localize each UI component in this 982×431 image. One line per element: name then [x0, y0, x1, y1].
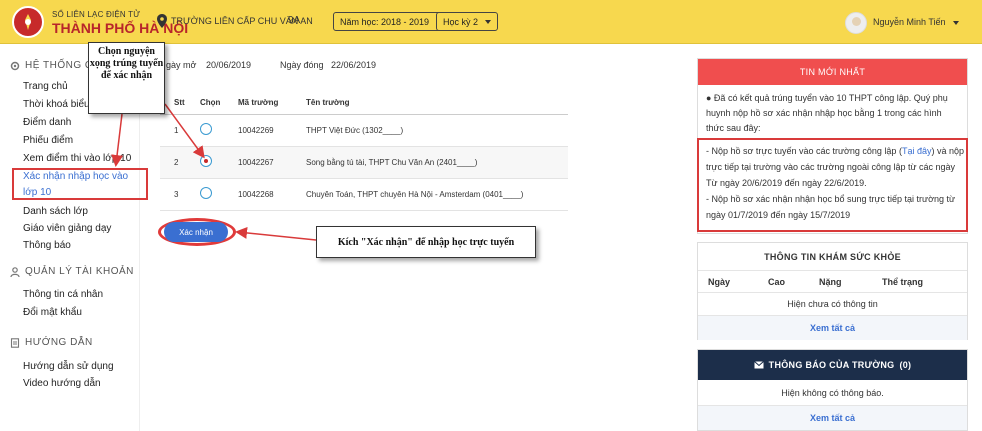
row-school-name: THPT Việt Đức (1302____): [302, 114, 568, 147]
notice-header: THÔNG BÁO CỦA TRƯỜNG (0): [698, 350, 967, 380]
sidebar-item-profile[interactable]: Thông tin cá nhân: [23, 289, 103, 300]
health-columns: Ngày Cao Nặng Thể trạng: [698, 271, 967, 293]
column-header: Chọn: [196, 92, 234, 115]
semester-value: Học kỳ 2: [443, 16, 479, 27]
news-item-text: - Nộp hồ sơ trực tuyến vào các trường cô…: [706, 146, 902, 156]
row-stt: 1: [160, 114, 196, 147]
school-radio[interactable]: [200, 187, 212, 199]
notice-empty-message: Hiện không có thông báo.: [698, 380, 967, 406]
row-code: 10042269: [234, 114, 302, 147]
logo-subtitle: SỔ LIÊN LẠC ĐIỆN TỬ: [52, 10, 141, 19]
annotation-callout-select: Chọn nguyện xọng trúng tuyển để xác nhận: [88, 42, 165, 114]
row-code: 10042267: [234, 146, 302, 179]
column-header: Nặng: [819, 277, 842, 287]
row-stt: 2: [160, 146, 196, 179]
user-name[interactable]: Nguyễn Minh Tiến: [873, 17, 946, 27]
notice-view-all-link[interactable]: Xem tất cả: [698, 406, 967, 430]
column-header: Ngày: [708, 277, 731, 287]
close-date-label: Ngày đóng: [280, 60, 324, 70]
chevron-down-icon: [485, 19, 492, 24]
school-notice-panel: THÔNG BÁO CỦA TRƯỜNG (0) Hiện không có t…: [697, 349, 968, 431]
row-school-name: Song bằng tú tài, THPT Chu Văn An (2401_…: [302, 146, 568, 179]
location-pin-icon: [157, 14, 167, 28]
sidebar-item-notifications[interactable]: Thông báo: [23, 240, 71, 251]
logo-title[interactable]: THÀNH PHỐ HÀ NỘI: [52, 20, 188, 36]
school-radio[interactable]: [200, 123, 212, 135]
news-link[interactable]: Tại đây: [902, 146, 932, 156]
gear-icon: [10, 61, 20, 70]
sidebar-section-label: QUẢN LÝ TÀI KHOẢN: [25, 266, 134, 277]
sidebar-highlight-box: [12, 168, 148, 200]
school-year-value: Năm học: 2018 - 2019: [340, 16, 430, 27]
news-intro: ● Đã có kết quả trúng tuyển vào 10 THPT …: [706, 93, 948, 133]
sidebar-item-exam-scores[interactable]: Xem điểm thi vào lớp 10: [23, 153, 131, 164]
open-date-label: gày mở: [166, 60, 197, 70]
notice-title: THÔNG BÁO CỦA TRƯỜNG: [768, 360, 895, 370]
sidebar-item-class-list[interactable]: Danh sách lớp: [23, 206, 88, 217]
open-date-value: 20/06/2019: [206, 60, 252, 70]
school-year-select[interactable]: Năm học: 2018 - 2019: [333, 12, 450, 31]
row-code: 10042268: [234, 178, 302, 211]
health-title: THÔNG TIN KHÁM SỨC KHỎE: [698, 243, 967, 271]
school-radio-selected[interactable]: [200, 155, 212, 167]
hanoi-logo-icon[interactable]: [12, 6, 44, 38]
table-row: 2 10042267 Song bằng tú tài, THPT Chu Vă…: [160, 146, 568, 179]
avatar[interactable]: [845, 12, 867, 34]
column-header: Stt: [160, 92, 196, 115]
user-icon: [10, 266, 20, 277]
sidebar-item-timetable[interactable]: Thời khoá biểu: [23, 99, 90, 110]
sidebar-item-scores[interactable]: Phiếu điểm: [23, 135, 73, 146]
row-select-cell: [196, 146, 234, 179]
semester-select[interactable]: Học kỳ 2: [436, 12, 499, 31]
sidebar-item-attendance[interactable]: Điểm danh: [23, 117, 71, 128]
health-view-all-link[interactable]: Xem tất cả: [698, 316, 967, 340]
chevron-down-icon[interactable]: [953, 21, 959, 25]
row-stt: 3: [160, 178, 196, 211]
sidebar-section-guide: HƯỚNG DẪN: [10, 337, 93, 348]
column-header: Tên trường: [302, 92, 568, 115]
column-header: Thể trạng: [882, 277, 924, 287]
table-row: 3 10042268 Chuyên Toán, THPT chuyên Hà N…: [160, 178, 568, 211]
row-school-name: Chuyên Toán, THPT chuyên Hà Nội - Amster…: [302, 178, 568, 211]
school-choice-table: Stt Chọn Mã trường Tên trường 1 10042269…: [160, 92, 568, 211]
envelope-icon: [753, 361, 764, 369]
news-details: - Nộp hồ sơ trực tuyến vào các trường cô…: [706, 143, 964, 223]
sidebar-item-home[interactable]: Trang chủ: [23, 81, 68, 92]
column-header: Cao: [768, 277, 786, 287]
health-empty-message: Hiện chưa có thông tin: [698, 293, 967, 316]
sidebar-item-teachers[interactable]: Giáo viên giảng dạy: [23, 223, 111, 234]
arrow-to-confirm: [235, 226, 317, 241]
document-icon: [10, 337, 20, 348]
column-header: Mã trường: [234, 92, 302, 115]
top-bar: SỔ LIÊN LẠC ĐIỆN TỬ THÀNH PHỐ HÀ NỘI TRƯ…: [0, 0, 982, 44]
row-select-cell: [196, 178, 234, 211]
row-select-cell: [196, 114, 234, 147]
news-item-text: - Nộp hồ sơ xác nhận nhận học bổ sung tr…: [706, 194, 956, 220]
confirm-button[interactable]: Xác nhận: [164, 222, 228, 242]
sidebar-section-label: HƯỚNG DẪN: [25, 337, 93, 348]
close-date-value: 22/06/2019: [331, 60, 377, 70]
notice-count: (0): [899, 360, 912, 370]
sidebar-section-account: QUẢN LÝ TÀI KHOẢN: [10, 266, 134, 277]
annotation-callout-confirm: Kích "Xác nhận" để nhập học trực tuyến: [316, 226, 536, 258]
sidebar-item-video-guide[interactable]: Video hướng dẫn: [23, 378, 101, 389]
table-row: 1 10042269 THPT Việt Đức (1302____): [160, 114, 568, 147]
sidebar-item-user-guide[interactable]: Hướng dẫn sử dụng: [23, 361, 114, 372]
sidebar-item-change-password[interactable]: Đổi mật khẩu: [23, 307, 82, 318]
class-name: 9A: [288, 15, 301, 26]
news-title: TIN MỚI NHẤT: [698, 59, 967, 85]
health-panel: THÔNG TIN KHÁM SỨC KHỎE Ngày Cao Nặng Th…: [697, 242, 968, 340]
